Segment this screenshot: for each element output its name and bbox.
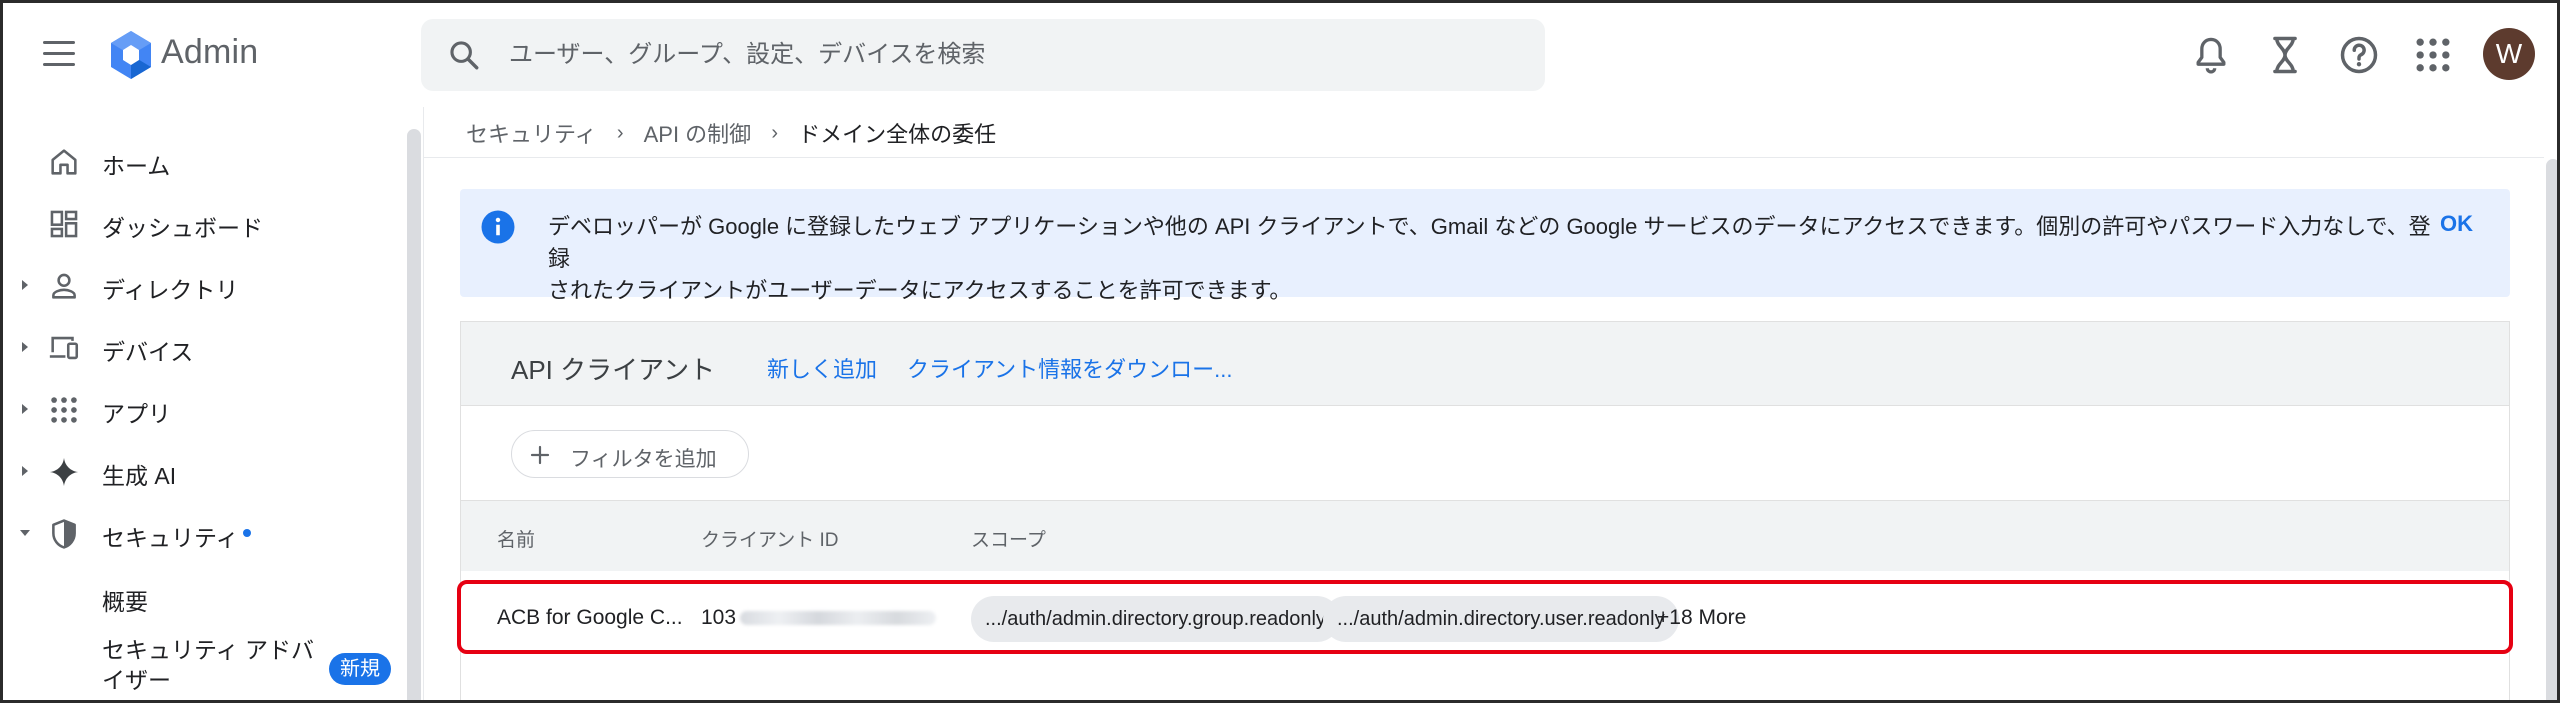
api-clients-card: API クライアント 新しく追加 クライアント情報をダウンロー... フィルタを… bbox=[457, 321, 2513, 700]
sidebar-item-gen-ai[interactable]: 生成 AI bbox=[3, 445, 403, 497]
divider bbox=[424, 157, 2544, 158]
sidebar-item-dashboard[interactable]: ダッシュボード bbox=[3, 197, 403, 249]
client-id: 103 bbox=[701, 606, 937, 630]
info-text-line2: されたクライアントがユーザーデータにアクセスすることを許可できます。 bbox=[548, 278, 1292, 303]
breadcrumb: セキュリティ › API の制御 › ドメイン全体の委任 bbox=[466, 117, 996, 157]
scope-chip: .../auth/admin.directory.group.readonly bbox=[971, 596, 1340, 642]
sidebar-subitem-label-line2: イザー bbox=[102, 667, 171, 693]
chevron-right-icon: › bbox=[771, 121, 778, 144]
info-text-line1: デベロッパーが Google に登録したウェブ アプリケーションや他の API … bbox=[548, 214, 2431, 271]
shield-icon bbox=[52, 519, 76, 549]
info-icon bbox=[481, 210, 515, 244]
column-header-client-id[interactable]: クライアント ID bbox=[701, 525, 839, 552]
chevron-right-icon[interactable] bbox=[19, 277, 31, 293]
sidebar-item-home[interactable]: ホーム bbox=[3, 135, 403, 187]
card-title: API クライアント bbox=[511, 355, 716, 385]
chevron-right-icon[interactable] bbox=[19, 401, 31, 417]
top-bar: Admin W bbox=[3, 3, 2557, 107]
sidebar-item-devices[interactable]: デバイス bbox=[3, 321, 403, 373]
sparkle-icon bbox=[49, 457, 79, 487]
card-header: API クライアント 新しく追加 クライアント情報をダウンロー... bbox=[461, 322, 2509, 406]
sidebar-subitem-security-advisor[interactable]: セキュリティ アドバ イザー bbox=[102, 635, 314, 695]
add-new-button[interactable]: 新しく追加 bbox=[767, 352, 877, 384]
main-menu-icon[interactable] bbox=[43, 41, 75, 67]
brand-name: Admin bbox=[161, 33, 259, 71]
client-name: ACB for Google C... bbox=[497, 606, 683, 629]
sidebar-item-label: アプリ bbox=[102, 401, 171, 427]
client-id-prefix: 103 bbox=[701, 606, 737, 629]
main-scrollbar[interactable] bbox=[2546, 159, 2557, 700]
breadcrumb-item-api-controls[interactable]: API の制御 bbox=[644, 117, 752, 149]
ok-button[interactable]: OK bbox=[2440, 211, 2473, 237]
download-client-info-button[interactable]: クライアント情報をダウンロー... bbox=[907, 352, 1232, 384]
sidebar-item-label: ホーム bbox=[102, 153, 171, 179]
sidebar-item-label: ディレクトリ bbox=[102, 277, 239, 303]
sidebar-item-label: ダッシュボード bbox=[102, 215, 263, 241]
apps-grid-icon[interactable] bbox=[2411, 33, 2455, 77]
avatar[interactable]: W bbox=[2483, 28, 2535, 80]
sidebar-item-apps[interactable]: アプリ bbox=[3, 383, 403, 435]
column-header-name[interactable]: 名前 bbox=[497, 525, 535, 552]
dashboard-icon bbox=[50, 210, 78, 238]
redacted-client-id bbox=[740, 611, 937, 626]
table-row[interactable]: ACB for Google C... 103 .../auth/admin.d… bbox=[457, 580, 2513, 654]
sidebar-subitem-overview[interactable]: 概要 bbox=[102, 583, 148, 617]
chevron-right-icon[interactable] bbox=[19, 339, 31, 355]
scope-chip: .../auth/admin.directory.user.readonly bbox=[1323, 596, 1679, 642]
add-filter-label: フィルタを追加 bbox=[570, 448, 717, 471]
bell-icon[interactable] bbox=[2189, 33, 2233, 77]
hourglass-icon[interactable] bbox=[2263, 33, 2307, 77]
help-icon[interactable] bbox=[2337, 33, 2381, 77]
admin-logo-icon bbox=[111, 31, 151, 79]
column-header-scope[interactable]: スコープ bbox=[971, 525, 1046, 552]
table-header: 名前 クライアント ID スコープ bbox=[461, 501, 2509, 571]
search-bar[interactable] bbox=[421, 19, 1545, 91]
sidebar-item-directory[interactable]: ディレクトリ bbox=[3, 259, 403, 311]
breadcrumb-item-security[interactable]: セキュリティ bbox=[466, 117, 597, 149]
info-text: デベロッパーが Google に登録したウェブ アプリケーションや他の API … bbox=[548, 211, 2448, 307]
chevron-right-icon[interactable] bbox=[19, 463, 31, 479]
main-content: セキュリティ › API の制御 › ドメイン全体の委任 デベロッパーが Goo… bbox=[423, 107, 2557, 700]
chevron-down-icon[interactable] bbox=[19, 525, 31, 541]
sidebar-item-label: 生成 AI bbox=[102, 463, 177, 489]
search-input[interactable] bbox=[509, 19, 1509, 91]
add-filter-button[interactable]: フィルタを追加 bbox=[511, 430, 749, 478]
breadcrumb-current: ドメイン全体の委任 bbox=[798, 122, 997, 147]
sidebar-item-label: デバイス bbox=[102, 339, 194, 365]
sidebar-item-label: セキュリティ bbox=[102, 525, 239, 551]
app-frame: Admin W bbox=[0, 0, 2560, 703]
plus-icon bbox=[530, 445, 550, 465]
search-icon bbox=[450, 41, 479, 70]
info-banner: デベロッパーが Google に登録したウェブ アプリケーションや他の API … bbox=[460, 189, 2510, 303]
chevron-right-icon: › bbox=[616, 121, 624, 144]
more-scopes-count: +18 More bbox=[1657, 606, 1747, 629]
person-icon bbox=[52, 273, 76, 299]
new-badge: 新規 bbox=[329, 653, 391, 685]
sidebar: ホーム ダッシュボード ディレクトリ デバイス アプリ 生成 AI セキュリティ… bbox=[3, 107, 423, 700]
sidebar-subitem-label-line1: セキュリティ アドバ bbox=[102, 637, 315, 663]
sidebar-item-security[interactable]: セキュリティ bbox=[3, 507, 403, 559]
status-dot bbox=[243, 529, 251, 537]
devices-icon bbox=[49, 336, 79, 360]
home-icon bbox=[51, 149, 77, 175]
sidebar-scrollbar[interactable] bbox=[407, 129, 421, 700]
apps-icon bbox=[51, 397, 77, 423]
